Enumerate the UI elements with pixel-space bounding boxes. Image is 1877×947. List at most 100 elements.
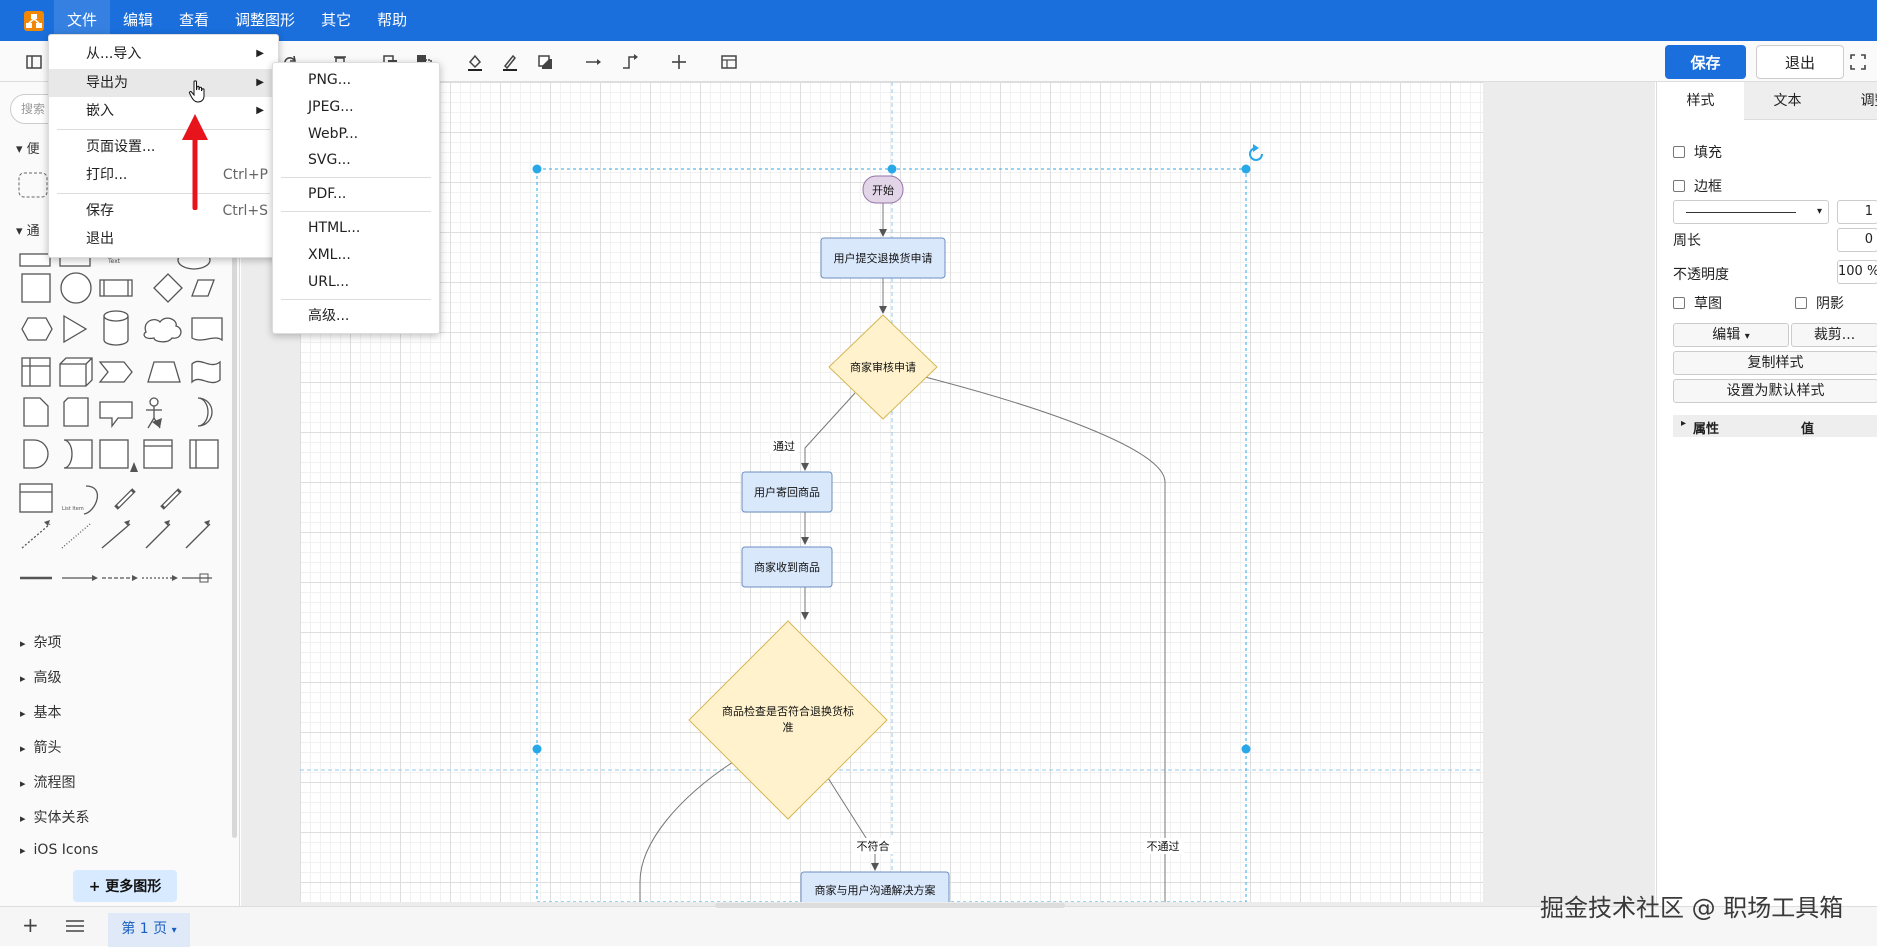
menu-item-embed[interactable]: 嵌入 ▶ — [49, 97, 278, 125]
menu-separator — [281, 177, 431, 178]
border-width-input[interactable]: 1 — [1837, 200, 1877, 224]
node-negotiate[interactable]: 商家与用户沟通解决方案 — [800, 871, 950, 902]
waypoints-icon[interactable] — [614, 41, 646, 82]
node-inspect-decision[interactable]: 商品检查是否符合退换货标 准 — [688, 620, 888, 820]
add-page-icon[interactable]: + — [22, 913, 39, 937]
section-favorites[interactable]: ▾ 便 — [16, 138, 40, 157]
menu-extras[interactable]: 其它 — [308, 0, 364, 41]
tab-style[interactable]: 样式 — [1657, 82, 1744, 120]
menu-item-export-as[interactable]: 导出为 ▶ — [49, 69, 278, 97]
opacity-input[interactable]: 100 % — [1837, 260, 1877, 284]
sketch-checkbox[interactable]: 草图 — [1673, 293, 1722, 313]
format-panel-toggle-icon[interactable] — [18, 41, 50, 82]
chevron-down-icon: ▾ — [171, 925, 177, 936]
resize-handle-nw[interactable] — [532, 164, 542, 174]
sidebar-category-ios-icons[interactable]: iOS Icons — [20, 842, 99, 858]
sidebar-category-er[interactable]: 实体关系 — [20, 807, 90, 827]
resize-handle-e[interactable] — [1241, 744, 1251, 754]
edge-review-sendback[interactable] — [801, 392, 856, 471]
export-submenu: PNG... JPEG... WebP... SVG... PDF... HTM… — [272, 62, 440, 334]
menu-separator — [57, 129, 270, 130]
menu-item-print[interactable]: 打印... Ctrl+P — [49, 161, 278, 189]
table-icon[interactable] — [713, 41, 745, 82]
app-logo-icon[interactable] — [24, 10, 44, 31]
export-webp[interactable]: WebP... — [273, 121, 439, 147]
fullscreen-icon[interactable] — [1842, 41, 1874, 82]
node-start[interactable]: 开始 — [862, 175, 904, 204]
tab-text[interactable]: 文本 — [1744, 82, 1831, 120]
more-shapes-button[interactable]: + 更多图形 — [73, 870, 177, 902]
menu-separator — [281, 299, 431, 300]
export-svg[interactable]: SVG... — [273, 147, 439, 173]
sidebar-category-advanced[interactable]: 高级 — [20, 667, 62, 687]
menu-bar: 文件 编辑 查看 调整图形 其它 帮助 — [0, 0, 1877, 41]
page-tab-1[interactable]: 第 1 页 ▾ — [108, 913, 190, 947]
general-shapes-grid[interactable] — [14, 252, 226, 692]
export-png[interactable]: PNG... — [273, 67, 439, 93]
flowchart-diagram[interactable]: 开始 用户提交退换货申请 商家审核申请 用户寄回商品 商家收到商品 商品检查是否… — [300, 82, 1483, 902]
exit-button[interactable]: 退出 — [1756, 45, 1844, 79]
shadow-checkbox-box[interactable] — [1795, 297, 1807, 309]
fill-color-icon[interactable] — [459, 41, 491, 82]
properties-header[interactable]: ▸ 属性 值 — [1673, 415, 1877, 437]
export-xml[interactable]: XML... — [273, 242, 439, 268]
sidebar-category-misc[interactable]: 杂项 — [20, 632, 62, 652]
export-jpeg[interactable]: JPEG... — [273, 94, 439, 120]
menu-item-exit[interactable]: 退出 — [49, 225, 278, 253]
border-checkbox-box[interactable] — [1673, 180, 1685, 192]
sidebar-category-arrows[interactable]: 箭头 — [20, 737, 62, 757]
crop-button[interactable]: 裁剪... — [1791, 323, 1877, 347]
node-submit-request[interactable]: 用户提交退换货申请 — [820, 237, 946, 279]
edge-inspect-match[interactable] — [639, 761, 734, 902]
node-inspect-label-line1: 商品检查是否符合退换货标 — [722, 704, 854, 718]
border-style-select[interactable]: ▾ — [1673, 200, 1829, 224]
sidebar-category-basic[interactable]: 基本 — [20, 702, 62, 722]
section-general[interactable]: ▾ 通 — [16, 220, 40, 239]
favorite-placeholder-shape[interactable] — [18, 172, 48, 202]
resize-handle-w[interactable] — [532, 744, 542, 754]
node-submit-label: 用户提交退换货申请 — [834, 251, 933, 265]
properties-label: 属性 — [1693, 422, 1720, 437]
line-color-icon[interactable] — [494, 41, 526, 82]
sketch-checkbox-box[interactable] — [1673, 297, 1685, 309]
edit-style-button[interactable]: 编辑 ▾ — [1673, 323, 1789, 347]
node-send-back[interactable]: 用户寄回商品 — [741, 471, 833, 513]
insert-icon[interactable] — [663, 41, 695, 82]
resize-handle-n[interactable] — [887, 164, 897, 174]
canvas-horizontal-scrollbar[interactable] — [715, 903, 1065, 908]
copy-style-button[interactable]: 复制样式 — [1673, 351, 1877, 375]
watermark-text: 掘金技术社区 @ 职场工具箱 — [1540, 894, 1844, 922]
export-url[interactable]: URL... — [273, 269, 439, 295]
node-received-label: 商家收到商品 — [754, 560, 820, 574]
rotate-handle-icon[interactable] — [1249, 144, 1263, 161]
fill-checkbox-box[interactable] — [1673, 146, 1685, 158]
export-html[interactable]: HTML... — [273, 215, 439, 241]
resize-handle-ne[interactable] — [1241, 164, 1251, 174]
export-advanced[interactable]: 高级... — [273, 303, 439, 329]
edge-inspect-negotiate[interactable] — [827, 777, 879, 871]
menu-help[interactable]: 帮助 — [364, 0, 420, 41]
menu-item-save[interactable]: 保存 Ctrl+S — [49, 197, 278, 225]
node-start-label: 开始 — [872, 183, 894, 197]
diagram-page[interactable]: 开始 用户提交退换货申请 商家审核申请 用户寄回商品 商家收到商品 商品检查是否… — [300, 82, 1483, 902]
set-default-style-button[interactable]: 设置为默认样式 — [1673, 379, 1877, 403]
shadow-checkbox[interactable]: 阴影 — [1795, 293, 1844, 313]
chevron-down-icon: ▾ — [1744, 331, 1750, 342]
fill-checkbox[interactable]: 填充 — [1673, 142, 1722, 162]
menu-item-page-setup[interactable]: 页面设置... — [49, 133, 278, 161]
shadow-icon[interactable] — [529, 41, 561, 82]
edge-review-reject[interactable] — [924, 376, 1166, 902]
sidebar-category-flowchart[interactable]: 流程图 — [20, 772, 76, 792]
node-received[interactable]: 商家收到商品 — [741, 546, 833, 588]
chevron-down-icon: ▾ — [1816, 206, 1822, 217]
sidebar-scrollbar[interactable] — [232, 178, 237, 838]
menu-item-import-from[interactable]: 从...导入 ▶ — [49, 40, 278, 68]
tab-arrange[interactable]: 调整 — [1831, 82, 1877, 120]
pages-menu-icon[interactable] — [66, 919, 84, 937]
export-pdf[interactable]: PDF... — [273, 181, 439, 207]
connection-arrow-icon[interactable] — [578, 41, 610, 82]
border-checkbox[interactable]: 边框 — [1673, 176, 1722, 196]
perimeter-input[interactable]: 0 — [1837, 228, 1877, 252]
canvas-area[interactable]: 开始 用户提交退换货申请 商家审核申请 用户寄回商品 商家收到商品 商品检查是否… — [241, 82, 1655, 906]
save-button[interactable]: 保存 — [1665, 45, 1746, 79]
